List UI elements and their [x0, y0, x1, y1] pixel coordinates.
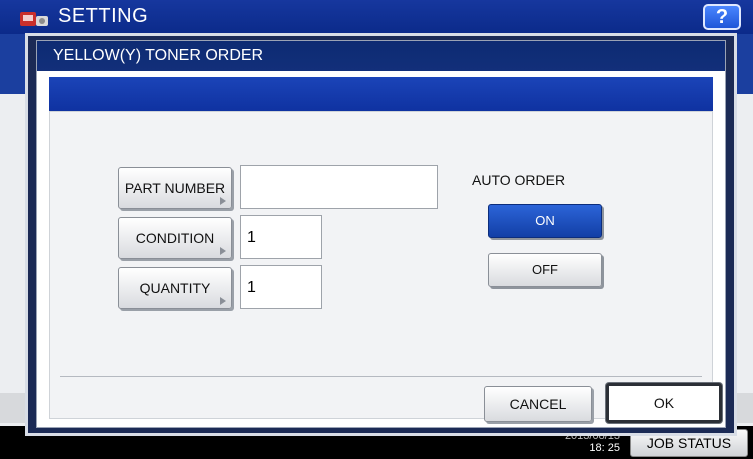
quantity-field[interactable]: 1 — [240, 265, 322, 309]
dialog-body: YELLOW(Y) TONER ORDER PART NUMBER CONDIT… — [36, 40, 726, 428]
condition-label: CONDITION — [135, 230, 215, 246]
quantity-button[interactable]: QUANTITY — [118, 267, 232, 309]
part-number-label: PART NUMBER — [124, 180, 226, 196]
dialog-subbar — [49, 77, 713, 111]
right-triangle-icon — [220, 297, 226, 305]
ok-button[interactable]: OK — [606, 383, 722, 423]
divider — [60, 376, 702, 377]
dialog-content: PART NUMBER CONDITION 1 QUANTITY 1 AUTO … — [49, 111, 722, 423]
page-title: SETTING — [58, 5, 149, 27]
auto-order-on-button[interactable]: ON — [488, 204, 602, 238]
auto-order-off-button[interactable]: OFF — [488, 253, 602, 287]
help-icon: ? — [715, 6, 729, 28]
part-number-button[interactable]: PART NUMBER — [118, 167, 232, 209]
cancel-button[interactable]: CANCEL — [484, 386, 592, 422]
help-button[interactable]: ? — [703, 4, 741, 30]
condition-button[interactable]: CONDITION — [118, 217, 232, 259]
background-header: SETTING ? — [0, 0, 753, 34]
setting-logo-icon — [20, 12, 48, 26]
right-triangle-icon — [220, 247, 226, 255]
condition-field[interactable]: 1 — [240, 215, 322, 259]
auto-order-label: AUTO ORDER — [472, 172, 566, 188]
dialog-title: YELLOW(Y) TONER ORDER — [37, 41, 725, 71]
quantity-label: QUANTITY — [139, 280, 211, 296]
part-number-field[interactable] — [240, 165, 438, 209]
right-triangle-icon — [220, 197, 226, 205]
clock-time: 18: 25 — [589, 442, 620, 454]
toner-order-dialog: YELLOW(Y) TONER ORDER PART NUMBER CONDIT… — [25, 33, 737, 436]
